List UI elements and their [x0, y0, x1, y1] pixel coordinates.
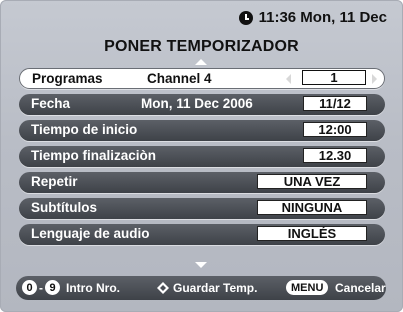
start-time-field[interactable]: 12:00: [303, 122, 367, 137]
program-number-field[interactable]: 1: [302, 70, 366, 85]
intro-label: Intro Nro.: [66, 281, 120, 295]
digit-keys-hint: 0 - 9: [22, 280, 60, 295]
page-title: PONER TEMPORIZADOR: [104, 38, 299, 55]
row-label: Repetir: [31, 174, 78, 189]
key-9-icon: 9: [45, 280, 60, 295]
end-time-field[interactable]: 12.30: [303, 148, 367, 163]
audio-language-field[interactable]: INGLÉS: [257, 226, 367, 241]
down-arrow-icon[interactable]: [195, 262, 207, 268]
settings-list: Programas Channel 4 1 Fecha Mon, 11 Dec …: [19, 68, 385, 250]
row-label: Subtítulos: [31, 200, 97, 215]
row-tiempo-finalizacion[interactable]: Tiempo finalizaciòn 12.30: [19, 146, 385, 167]
row-label: Tiempo finalizaciòn: [31, 148, 157, 163]
row-label: Programas: [32, 71, 103, 86]
navigation-pad-icon: [157, 282, 169, 294]
key-0-icon: 0: [22, 280, 37, 295]
save-timer-label: Guardar Temp.: [173, 281, 258, 295]
timer-screen: 11:36 Mon, 11 Dec PONER TEMPORIZADOR Pro…: [0, 0, 403, 312]
row-tiempo-inicio[interactable]: Tiempo de inicio 12:00: [19, 120, 385, 141]
repeat-field[interactable]: UNA VEZ: [257, 174, 367, 189]
row-date-text: Mon, 11 Dec 2006: [141, 96, 253, 111]
row-lenguaje-audio[interactable]: Lenguaje de audio INGLÉS: [19, 224, 385, 245]
clock-text: 11:36 Mon, 11 Dec: [258, 9, 387, 26]
cancel-label: Cancelar: [335, 281, 386, 295]
row-label: Tiempo de inicio: [31, 122, 138, 137]
clock-icon: [238, 10, 253, 25]
row-label: Lenguaje de audio: [31, 226, 150, 241]
row-label: Fecha: [31, 96, 71, 111]
row-fecha[interactable]: Fecha Mon, 11 Dec 2006 11/12: [19, 94, 385, 115]
up-arrow-icon[interactable]: [195, 59, 207, 65]
clock: 11:36 Mon, 11 Dec: [238, 9, 387, 26]
date-field[interactable]: 11/12: [303, 96, 367, 111]
row-channel-name: Channel 4: [147, 71, 212, 86]
subtitles-field[interactable]: NINGUNA: [257, 200, 367, 215]
right-arrow-icon[interactable]: [372, 74, 377, 84]
row-programas[interactable]: Programas Channel 4 1: [19, 68, 385, 89]
menu-key-icon: MENU: [286, 280, 329, 295]
dash-text: -: [39, 280, 43, 295]
row-subtitulos[interactable]: Subtítulos NINGUNA: [19, 198, 385, 219]
left-arrow-icon[interactable]: [286, 74, 291, 84]
footer-help-bar: 0 - 9 Intro Nro. Guardar Temp. MENU Canc…: [16, 276, 386, 300]
row-repetir[interactable]: Repetir UNA VEZ: [19, 172, 385, 193]
